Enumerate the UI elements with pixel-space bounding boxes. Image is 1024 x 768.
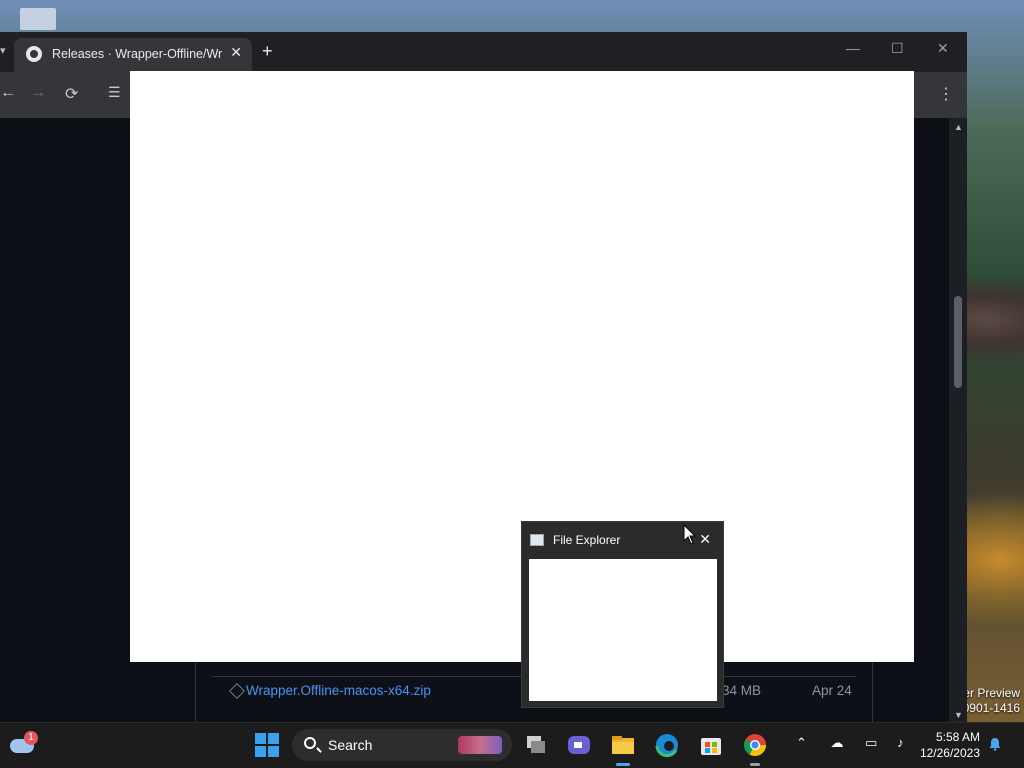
file-explorer-preview[interactable]: File Explorer ✕ <box>521 521 724 708</box>
windows-start-icon[interactable] <box>254 732 280 758</box>
recycle-bin-icon[interactable] <box>20 8 56 30</box>
chevron-up-icon[interactable]: ⌃ <box>796 735 807 750</box>
menu-icon[interactable]: ⋮ <box>938 84 954 104</box>
site-info-icon[interactable]: ☰ <box>108 84 121 101</box>
search-highlight-icon <box>458 736 502 754</box>
maximize-icon[interactable]: ☐ <box>891 40 904 57</box>
meet-icon[interactable] <box>566 732 592 758</box>
store-icon[interactable] <box>698 732 724 758</box>
watermark-line2: 0901-1416 <box>962 701 1020 715</box>
running-indicator <box>750 763 760 766</box>
tab-releases[interactable]: Releases · Wrapper-Offline/Wra ✕ <box>14 38 252 72</box>
package-icon <box>229 683 245 699</box>
tab-close-icon[interactable]: ✕ <box>230 44 242 61</box>
network-icon[interactable]: ▭ <box>865 735 877 750</box>
chrome-icon[interactable] <box>742 732 768 758</box>
onedrive-offline-icon[interactable]: ☁ <box>831 735 844 750</box>
preview-thumbnail[interactable] <box>529 559 717 701</box>
reload-icon[interactable]: ⟳ <box>65 84 78 104</box>
scrollbar-thumb[interactable] <box>954 296 962 388</box>
mouse-cursor-icon <box>683 524 697 545</box>
preview-title: File Explorer <box>553 533 621 547</box>
close-window-icon[interactable]: ✕ <box>937 40 949 57</box>
page-scrollbar[interactable]: ▲ ▼ <box>949 118 967 722</box>
notification-badge: 1 <box>24 731 38 745</box>
volume-muted-icon[interactable]: ♪ <box>897 735 904 750</box>
back-icon[interactable]: ← <box>0 84 16 102</box>
asset-size: 34 MB <box>722 683 762 698</box>
minimize-icon[interactable]: — <box>846 40 860 56</box>
clock-date: 12/26/2023 <box>919 746 980 760</box>
clock[interactable]: 5:58 AM 12/26/2023 <box>912 729 980 761</box>
search-icon <box>304 737 316 749</box>
tab-strip: ▾ Releases · Wrapper-Offline/Wra ✕ + — ☐… <box>0 32 967 72</box>
new-tab-button[interactable]: + <box>262 41 273 62</box>
asset-date: Apr 24 <box>812 683 852 698</box>
asset-link[interactable]: Wrapper.Offline-macos-x64.zip <box>246 683 431 698</box>
tab-title: Releases · Wrapper-Offline/Wra <box>52 47 222 61</box>
search-label: Search <box>328 737 373 753</box>
active-indicator <box>616 763 630 766</box>
github-icon <box>26 46 42 62</box>
clock-time: 5:58 AM <box>935 730 980 744</box>
scroll-down-icon[interactable]: ▼ <box>954 710 963 720</box>
forward-icon[interactable]: → <box>30 84 46 102</box>
preview-close-icon[interactable]: ✕ <box>699 531 711 548</box>
edge-icon[interactable] <box>654 732 680 758</box>
tab-search-icon[interactable]: ▾ <box>0 44 12 60</box>
system-tray: ⌃ ☁ ▭ ♪ <box>796 735 904 751</box>
file-explorer-taskbar-icon[interactable] <box>610 732 636 758</box>
weather-widget[interactable]: 1 <box>10 731 38 753</box>
notification-bell-icon[interactable] <box>988 737 1002 751</box>
watermark-line1: er Preview <box>963 686 1020 700</box>
search-box[interactable]: Search <box>292 729 512 761</box>
taskbar: 1 Search ⌃ ☁ ▭ ♪ 5:58 AM 12/26/2023 <box>0 722 1024 768</box>
scroll-up-icon[interactable]: ▲ <box>954 122 963 132</box>
task-view-icon[interactable] <box>523 732 549 758</box>
file-explorer-icon <box>530 534 544 546</box>
